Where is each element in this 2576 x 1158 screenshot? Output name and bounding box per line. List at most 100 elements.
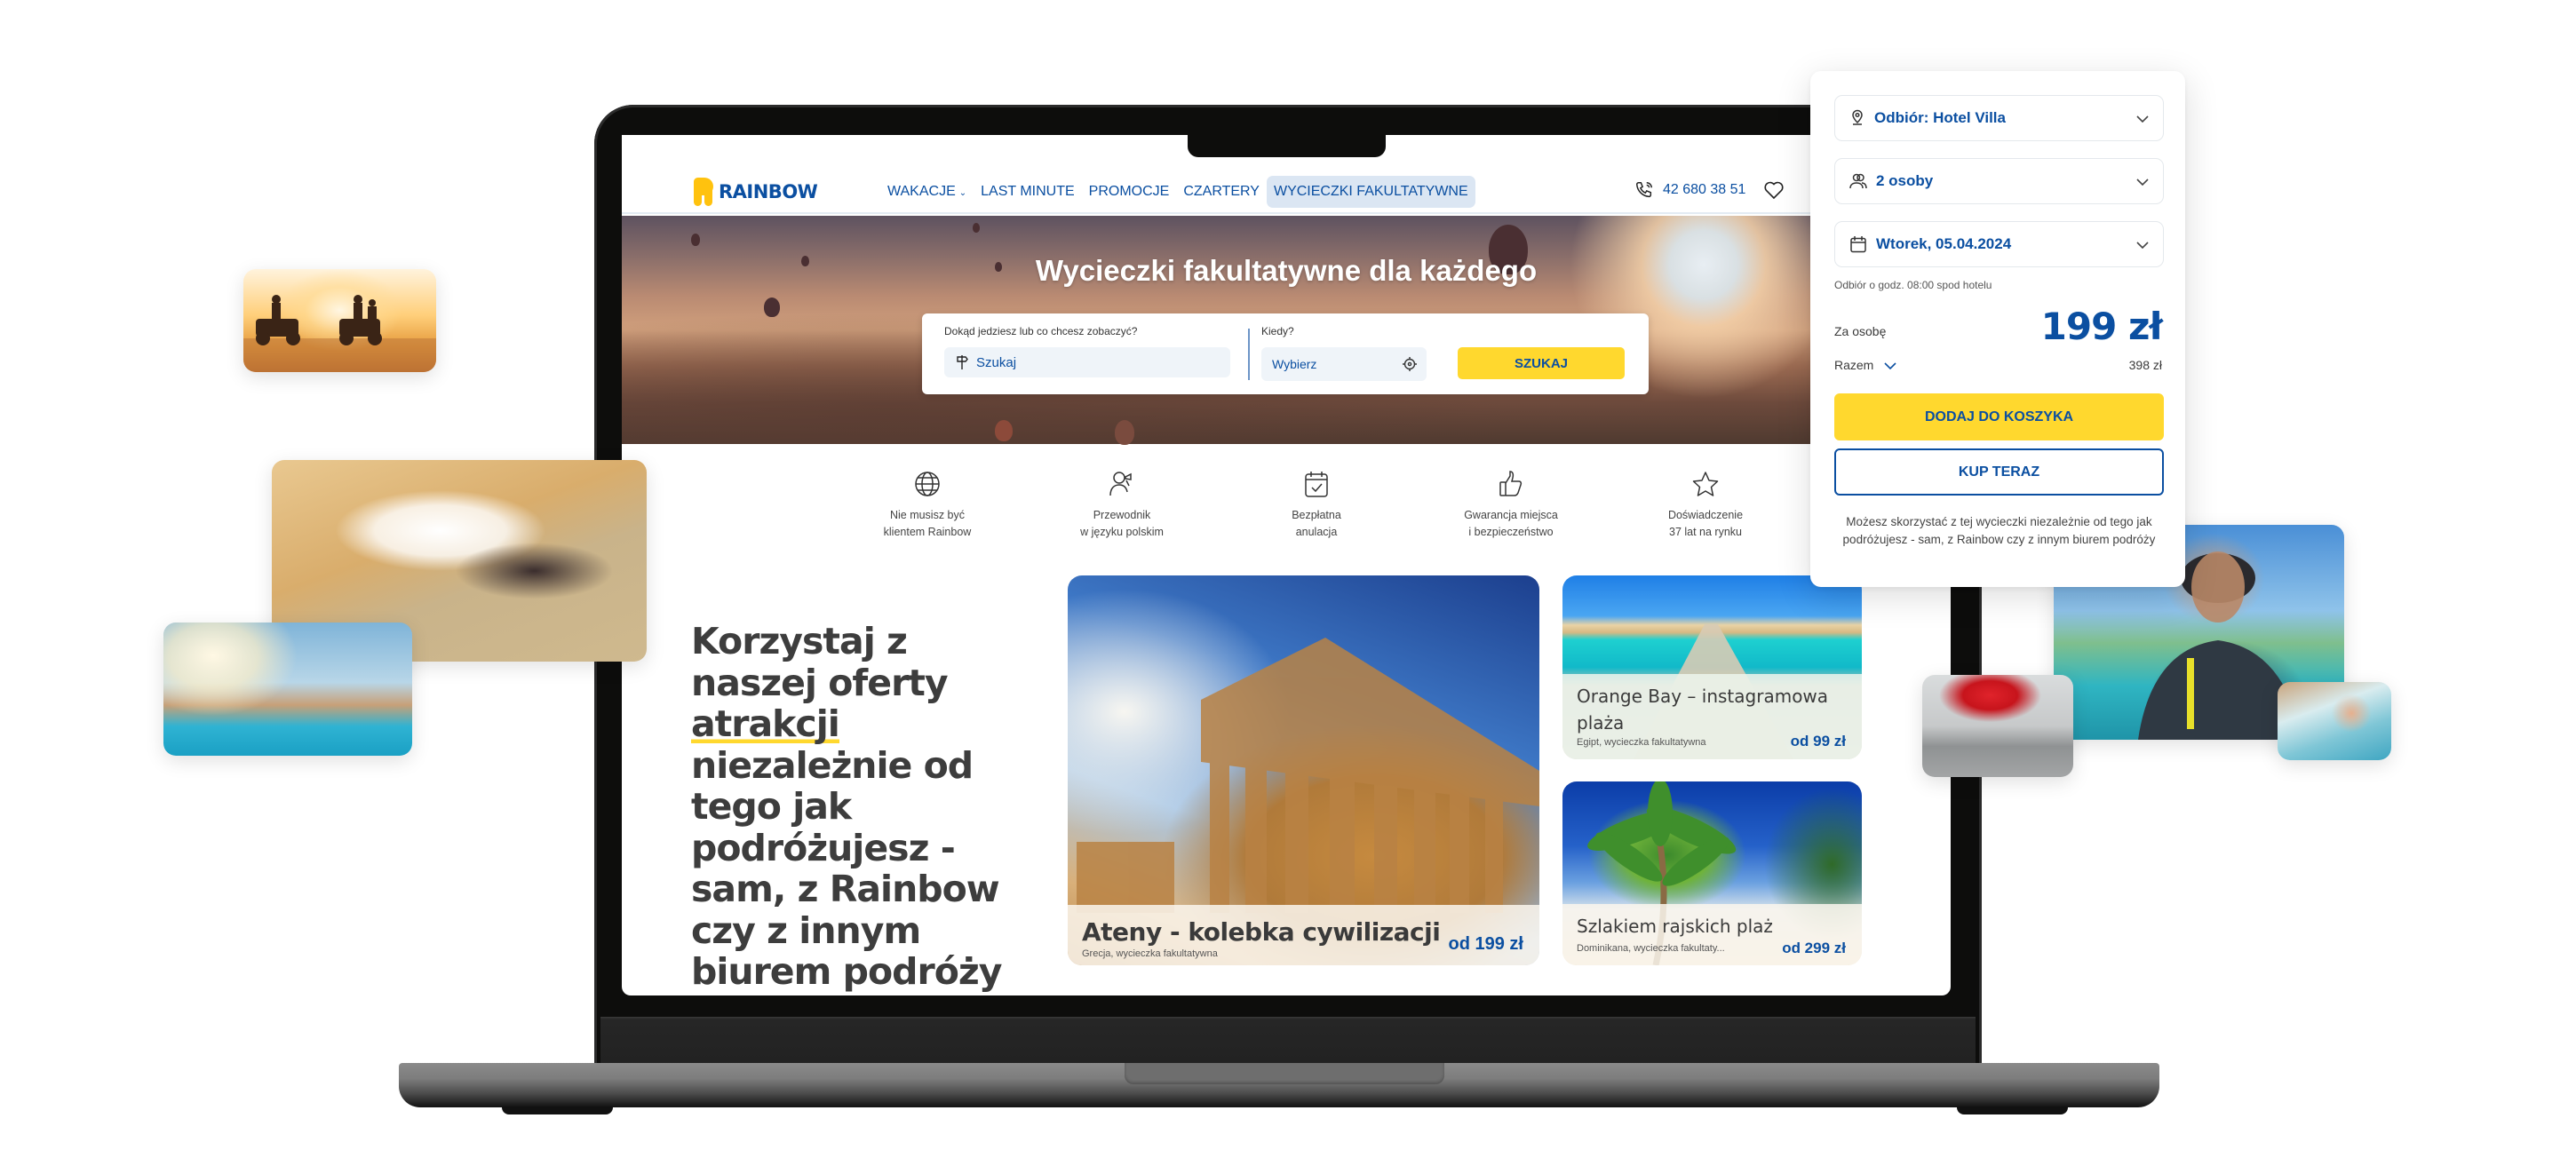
tour-card-orange-bay[interactable]: Orange Bay – instagramowa plaża Egipt, w… xyxy=(1562,575,1862,759)
laptop-opening-notch xyxy=(1125,1063,1444,1084)
persons-dropdown[interactable]: 2 osoby xyxy=(1834,158,2164,204)
guide-icon xyxy=(1033,470,1211,500)
total-value: 398 zł xyxy=(2128,358,2162,372)
tour-card-athens[interactable]: Ateny - kolebka cywilizacji Grecja, wyci… xyxy=(1068,575,1539,965)
card-title: Szlakiem rajskich plaż xyxy=(1577,916,1773,937)
feature-item: Gwarancja miejsca i bezpieczeństwo xyxy=(1422,470,1600,541)
laptop-foot xyxy=(1957,1106,2068,1114)
chevron-down-icon xyxy=(2136,237,2149,251)
date-value: Wtorek, 05.04.2024 xyxy=(1876,235,2012,252)
nav-item-wycieczki-fakultatywne[interactable]: WYCIECZKI FAKULTATYWNE xyxy=(1266,176,1475,208)
logo-r-icon xyxy=(694,178,713,206)
crosshair-icon xyxy=(1402,356,1418,372)
tour-card-dominikana[interactable]: Szlakiem rajskich plaż Dominikana, wycie… xyxy=(1562,781,1862,965)
chevron-down-icon xyxy=(2136,111,2149,125)
feature-item: Przewodnik w języku polskim xyxy=(1033,470,1211,541)
chevron-down-icon: ⌄ xyxy=(958,188,967,198)
water-slide-photo xyxy=(163,623,412,756)
buy-now-button[interactable]: KUP TERAZ xyxy=(1834,448,2164,496)
calendar-check-icon xyxy=(1228,470,1405,500)
promo-heading-text: niezależnie od tego jak podróżujesz - sa… xyxy=(691,743,1002,993)
balloon-decor xyxy=(1115,420,1134,445)
feature-line2: anulacja xyxy=(1295,526,1338,538)
feature-line2: 37 lat na rynku xyxy=(1669,526,1742,538)
laptop-hinge xyxy=(600,1017,1976,1063)
quad-silhouettes xyxy=(243,295,436,372)
feature-item: Doświadczenie 37 lat na rynku xyxy=(1617,470,1794,541)
per-person-price: 199 zł xyxy=(2040,305,2163,348)
search-when-label: Kiedy? xyxy=(1261,325,1294,337)
card-price: od 199 zł xyxy=(1448,934,1523,954)
people-icon xyxy=(1849,173,1867,189)
star-icon xyxy=(1617,470,1794,500)
chevron-down-icon xyxy=(1884,358,1896,372)
signpost-icon xyxy=(955,354,969,370)
card-subtitle: Grecja, wycieczka fakultatywna xyxy=(1082,948,1218,959)
nav-item-czartery[interactable]: CZARTERY xyxy=(1176,176,1267,208)
feature-item: Bezpłatna anulacja xyxy=(1228,470,1405,541)
search-button[interactable]: SZUKAJ xyxy=(1458,347,1625,379)
camera-notch xyxy=(1188,135,1386,157)
nav-contact: 42 680 38 51 xyxy=(1634,180,1785,200)
nav-item-promocje[interactable]: PROMOCJE xyxy=(1082,176,1177,208)
nav-item-label: WAKACJE xyxy=(887,184,956,199)
date-dropdown[interactable]: Wtorek, 05.04.2024 xyxy=(1834,221,2164,267)
booking-panel: Odbiór: Hotel Villa 2 osoby Wtorek, 05.0… xyxy=(1810,71,2185,587)
features-row: Nie musisz być klientem Rainbow Przewodn… xyxy=(839,470,1798,559)
feature-line2: klientem Rainbow xyxy=(883,526,972,538)
card-caption: Orange Bay – instagramowa plaża Egipt, w… xyxy=(1562,674,1862,759)
pickup-note: Odbiór o godz. 08:00 spod hotelu xyxy=(1834,279,1992,291)
card-price: od 99 zł xyxy=(1790,733,1846,750)
balloon-decor xyxy=(995,420,1013,441)
balloon-decor xyxy=(691,234,700,246)
pickup-value: Odbiór: Hotel Villa xyxy=(1874,109,2006,126)
search-box: Dokąd jedziesz lub co chcesz zobaczyć? S… xyxy=(922,313,1649,394)
logo-text: RAINBOW xyxy=(719,181,818,202)
promo-heading: Korzystaj z naszej oferty atrakcji nieza… xyxy=(691,621,1029,993)
total-toggle[interactable]: Razem xyxy=(1834,358,1896,372)
navbar: RAINBOW WAKACJE ⌄ LAST MINUTE PROMOCJE CZ… xyxy=(622,166,1951,214)
hero-title: Wycieczki fakultatywne dla każdego xyxy=(1035,254,1538,287)
main-menu: WAKACJE ⌄ LAST MINUTE PROMOCJE CZARTERY W… xyxy=(880,176,1475,208)
feature-line2: w języku polskim xyxy=(1080,526,1164,538)
feature-line1: Bezpłatna xyxy=(1292,509,1341,521)
quad-bikes-photo xyxy=(243,269,436,372)
promo-heading-highlight: atrakcji xyxy=(691,702,839,745)
total-label: Razem xyxy=(1834,358,1874,372)
card-subtitle: Egipt, wycieczka fakultatywna xyxy=(1577,737,1706,748)
card-subtitle: Dominikana, wycieczka fakultaty... xyxy=(1577,943,1725,954)
card-caption: Szlakiem rajskich plaż Dominikana, wycie… xyxy=(1562,904,1862,965)
search-divider xyxy=(1248,329,1250,380)
heart-icon[interactable] xyxy=(1763,180,1785,200)
search-when-placeholder: Wybierz xyxy=(1272,357,1317,371)
phone-number[interactable]: 42 680 38 51 xyxy=(1663,182,1745,198)
feature-line2: i bezpieczeństwo xyxy=(1468,526,1554,538)
laptop-screen: RAINBOW WAKACJE ⌄ LAST MINUTE PROMOCJE CZ… xyxy=(622,135,1951,995)
promo-heading-text: Korzystaj z naszej oferty xyxy=(691,620,949,704)
nav-item-wakacje[interactable]: WAKACJE ⌄ xyxy=(880,176,974,208)
rainbow-logo[interactable]: RAINBOW xyxy=(694,178,818,206)
feature-item: Nie musisz być klientem Rainbow xyxy=(839,470,1016,541)
nav-item-last-minute[interactable]: LAST MINUTE xyxy=(974,176,1082,208)
pickup-dropdown[interactable]: Odbiór: Hotel Villa xyxy=(1834,95,2164,141)
per-person-label: Za osobę xyxy=(1834,324,1887,338)
hero-banner: Wycieczki fakultatywne dla każdego Dokąd… xyxy=(622,216,1951,445)
globe-icon xyxy=(839,470,1016,500)
card-title: Orange Bay – instagramowa plaża xyxy=(1577,686,1829,734)
phone-icon xyxy=(1634,180,1654,200)
location-pin-icon xyxy=(1849,109,1865,127)
feature-line1: Przewodnik xyxy=(1093,509,1151,521)
search-where-input[interactable]: Szukaj xyxy=(944,347,1230,377)
kid-pool-photo xyxy=(2278,682,2391,760)
chevron-down-icon xyxy=(2136,174,2149,188)
search-where-label: Dokąd jedziesz lub co chcesz zobaczyć? xyxy=(944,325,1138,337)
search-when-input[interactable]: Wybierz xyxy=(1261,347,1427,381)
add-to-cart-button[interactable]: DODAJ DO KOSZYKA xyxy=(1834,393,2164,440)
balloon-decor xyxy=(764,297,780,317)
flamenco-dancer-photo xyxy=(1922,675,2073,777)
persons-value: 2 osoby xyxy=(1876,172,1934,189)
thumbs-up-icon xyxy=(1422,470,1600,500)
card-price: od 299 zł xyxy=(1782,940,1846,956)
card-caption: Ateny - kolebka cywilizacji Grecja, wyci… xyxy=(1068,905,1539,965)
calendar-icon xyxy=(1849,235,1867,253)
